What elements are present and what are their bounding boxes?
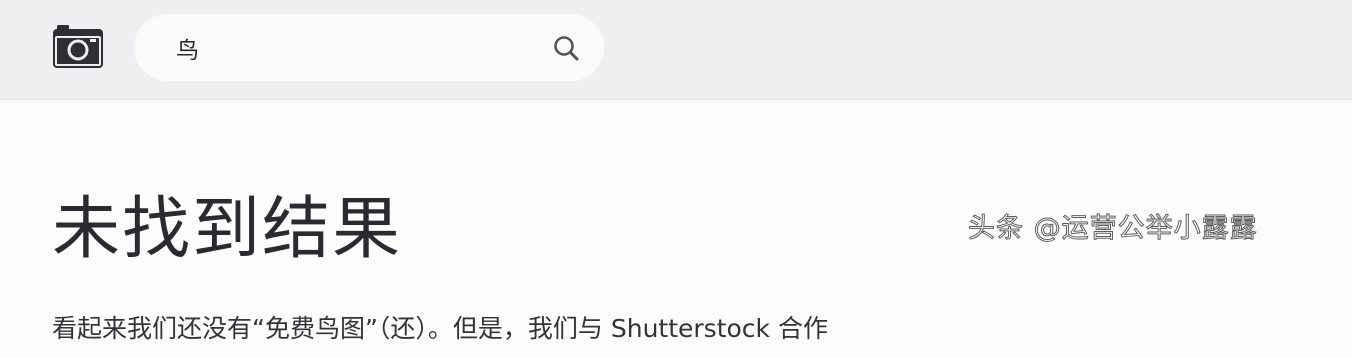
top-bar: [0, 0, 1352, 100]
search-input[interactable]: [176, 28, 536, 68]
watermark: 头条 @运营公举小露露: [968, 213, 1258, 245]
search-icon[interactable]: [552, 34, 580, 62]
search-bar: [134, 14, 604, 81]
no-results-description: 看起来我们还没有“免费鸟图”（还）。但是，我们与 Shutterstock 合作: [52, 314, 828, 343]
page-title: 未找到结果: [52, 190, 403, 269]
camera-icon[interactable]: [52, 25, 104, 69]
